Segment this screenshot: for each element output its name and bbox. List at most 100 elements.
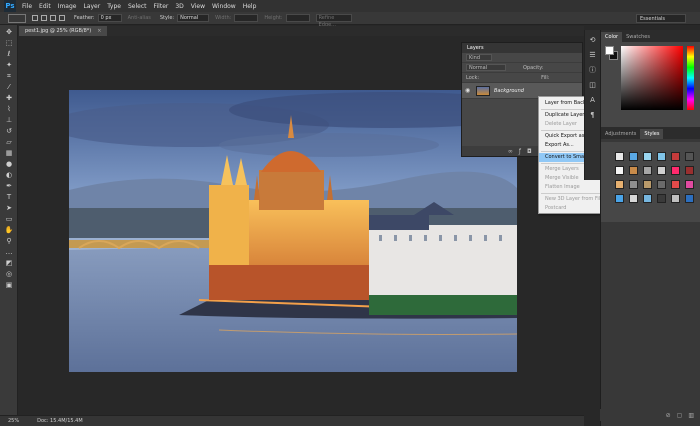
zoom-tool-icon[interactable]: ⚲ <box>4 237 14 245</box>
delete-style-icon[interactable]: ▥ <box>688 412 694 419</box>
menu-3d[interactable]: 3D <box>175 3 183 10</box>
style-swatch[interactable] <box>671 180 680 189</box>
style-swatch[interactable] <box>685 166 694 175</box>
menu-file[interactable]: File <box>22 3 32 10</box>
healing-brush-tool-icon[interactable]: ✚ <box>4 94 14 102</box>
menu-help[interactable]: Help <box>243 3 257 10</box>
workspace-select[interactable]: Essentials <box>636 14 686 23</box>
clone-stamp-tool-icon[interactable]: ⊥ <box>4 116 14 124</box>
style-swatch[interactable] <box>643 152 652 161</box>
color-swap-icon[interactable]: ◩ <box>4 259 14 267</box>
tab-adjustments[interactable]: Adjustments <box>601 129 640 139</box>
menu-select[interactable]: Select <box>128 3 147 10</box>
mask-icon[interactable]: ◘ <box>527 148 532 155</box>
quick-mask-icon[interactable]: ◎ <box>4 270 14 278</box>
style-swatch[interactable] <box>685 152 694 161</box>
menu-type[interactable]: Type <box>107 3 121 10</box>
menu-image[interactable]: Image <box>58 3 77 10</box>
style-swatch[interactable] <box>657 194 666 203</box>
style-swatch[interactable] <box>629 152 638 161</box>
style-swatch[interactable] <box>671 166 680 175</box>
tab-swatches[interactable]: Swatches <box>622 32 654 42</box>
menu-edit[interactable]: Edit <box>39 3 51 10</box>
eye-icon[interactable]: ◉ <box>465 87 472 94</box>
tab-styles[interactable]: Styles <box>640 129 664 139</box>
style-select[interactable]: Normal <box>177 14 210 22</box>
menu-window[interactable]: Window <box>212 3 236 10</box>
marquee-tool-icon[interactable]: ⬚ <box>4 39 14 47</box>
layer-kind-filter[interactable]: Kind <box>466 54 492 61</box>
foreground-color-swatch[interactable] <box>605 46 614 55</box>
fx-icon[interactable]: ƒ <box>519 148 521 155</box>
brush-tool-icon[interactable]: ⌇ <box>4 105 14 113</box>
style-swatch[interactable] <box>671 194 680 203</box>
blend-mode-select[interactable]: Normal <box>466 64 506 71</box>
style-swatch[interactable] <box>629 180 638 189</box>
paragraph-icon[interactable]: ¶ <box>588 111 597 120</box>
hand-tool-icon[interactable]: ✋ <box>4 226 14 234</box>
width-input[interactable] <box>234 14 259 22</box>
height-input[interactable] <box>285 14 310 22</box>
style-swatch[interactable] <box>657 166 666 175</box>
style-swatch[interactable] <box>615 166 624 175</box>
document-size[interactable]: Doc: 15.4M/15.4M <box>37 418 83 424</box>
lasso-tool-icon[interactable]: ℓ <box>4 50 14 58</box>
shape-tool-icon[interactable]: ▭ <box>4 215 14 223</box>
antialias-checkbox[interactable]: Anti-alias <box>128 15 151 21</box>
tool-preset-picker[interactable] <box>8 13 26 23</box>
zoom-level[interactable]: 25% <box>8 418 19 424</box>
gradient-tool-icon[interactable]: ▦ <box>4 149 14 157</box>
move-tool-icon[interactable]: ✥ <box>4 28 14 36</box>
screen-mode-icon[interactable]: ▣ <box>4 281 14 289</box>
menu-view[interactable]: View <box>191 3 205 10</box>
style-swatch[interactable] <box>671 152 680 161</box>
document-image[interactable] <box>69 90 517 372</box>
crop-tool-icon[interactable]: ⌗ <box>4 72 14 80</box>
dodge-tool-icon[interactable]: ◐ <box>4 171 14 179</box>
blur-tool-icon[interactable]: ● <box>4 160 14 168</box>
style-swatch[interactable] <box>643 180 652 189</box>
history-icon[interactable]: ⟲ <box>588 36 597 45</box>
properties-icon[interactable]: ☰ <box>588 51 597 60</box>
document-tab[interactable]: pest1.jpg @ 25% (RGB/8*) × <box>19 26 108 36</box>
info-icon[interactable]: ⓘ <box>588 66 597 75</box>
pen-tool-icon[interactable]: ✒ <box>4 182 14 190</box>
style-swatch[interactable] <box>657 180 666 189</box>
style-swatch[interactable] <box>615 194 624 203</box>
style-swatch[interactable] <box>615 180 624 189</box>
new-style-icon[interactable]: ▢ <box>677 412 683 419</box>
more-tools-icon[interactable]: … <box>4 248 14 256</box>
eraser-tool-icon[interactable]: ▱ <box>4 138 14 146</box>
menu-layer[interactable]: Layer <box>83 3 100 10</box>
clear-style-icon[interactable]: ⊘ <box>666 412 671 419</box>
tab-color[interactable]: Color <box>601 32 623 42</box>
style-swatch[interactable] <box>629 166 638 175</box>
link-icon[interactable]: ∞ <box>508 148 513 155</box>
history-brush-tool-icon[interactable]: ↺ <box>4 127 14 135</box>
channels-icon[interactable]: ◫ <box>588 81 597 90</box>
style-swatch[interactable] <box>643 166 652 175</box>
hue-slider[interactable] <box>687 46 694 110</box>
character-icon[interactable]: A <box>588 96 597 105</box>
refine-edge-button[interactable]: Refine Edge... <box>315 14 352 28</box>
menu-filter[interactable]: Filter <box>154 3 169 10</box>
style-swatch[interactable] <box>685 194 694 203</box>
intersect-selection-icon[interactable] <box>59 15 65 21</box>
subtract-selection-icon[interactable] <box>50 15 56 21</box>
path-selection-tool-icon[interactable]: ➤ <box>4 204 14 212</box>
style-swatch[interactable] <box>615 152 624 161</box>
color-picker-field[interactable] <box>621 46 683 110</box>
style-swatch[interactable] <box>643 194 652 203</box>
add-selection-icon[interactable] <box>41 15 47 21</box>
type-tool-icon[interactable]: T <box>4 193 14 201</box>
style-swatch[interactable] <box>629 194 638 203</box>
feather-input[interactable]: 0 px <box>97 14 122 22</box>
layers-panel-title[interactable]: Layers <box>467 45 484 51</box>
close-document-icon[interactable]: × <box>97 28 101 34</box>
style-swatch[interactable] <box>685 180 694 189</box>
new-selection-icon[interactable] <box>32 15 38 21</box>
magic-wand-tool-icon[interactable]: ✦ <box>4 61 14 69</box>
eyedropper-tool-icon[interactable]: ⁄ <box>4 83 14 91</box>
width-label: Width: <box>215 15 232 21</box>
style-swatch[interactable] <box>657 152 666 161</box>
